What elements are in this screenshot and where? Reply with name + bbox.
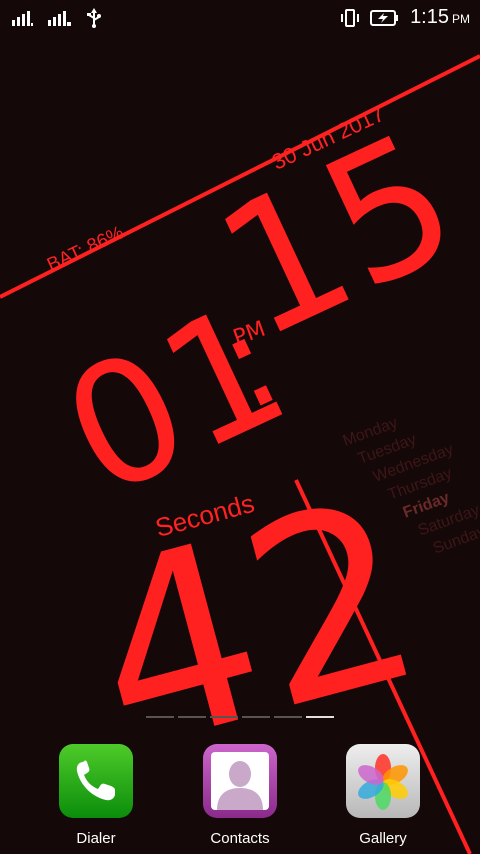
dock-label-contacts: Contacts [210,830,270,847]
home-screen: 1:15 PM 30 Jun 2017 BAT: 86% 01 : 15 PM 4… [0,0,480,854]
page-indicator [146,716,334,718]
usb-icon [87,8,101,28]
status-left-icons [12,8,102,28]
page-dot[interactable] [210,716,238,718]
status-right-icons: 1:15 PM [340,6,470,29]
battery-charging-icon [370,9,399,26]
dock-app-gallery[interactable]: Gallery [333,744,433,847]
dock-app-contacts[interactable]: Contacts [190,744,290,847]
person-icon[interactable] [203,744,277,818]
signal-sim1-icon [12,11,33,26]
phone-icon[interactable] [59,744,133,818]
pinwheel-icon[interactable] [346,744,420,818]
page-dot-active[interactable] [306,716,334,718]
vibrate-icon [341,8,360,27]
status-ampm: PM [452,12,470,26]
dock-label-dialer: Dialer [76,830,116,847]
page-dot[interactable] [274,716,302,718]
status-clock: 1:15 PM [410,6,470,29]
app-dock: Dialer Contacts Gallery [0,744,480,854]
dock-label-gallery: Gallery [359,830,407,847]
signal-sim2-icon [48,11,71,26]
dock-app-dialer[interactable]: Dialer [46,744,146,847]
page-dot[interactable] [178,716,206,718]
status-time-value: 1:15 [410,6,449,28]
status-bar: 1:15 PM [0,0,480,36]
page-dot[interactable] [242,716,270,718]
page-dot[interactable] [146,716,174,718]
